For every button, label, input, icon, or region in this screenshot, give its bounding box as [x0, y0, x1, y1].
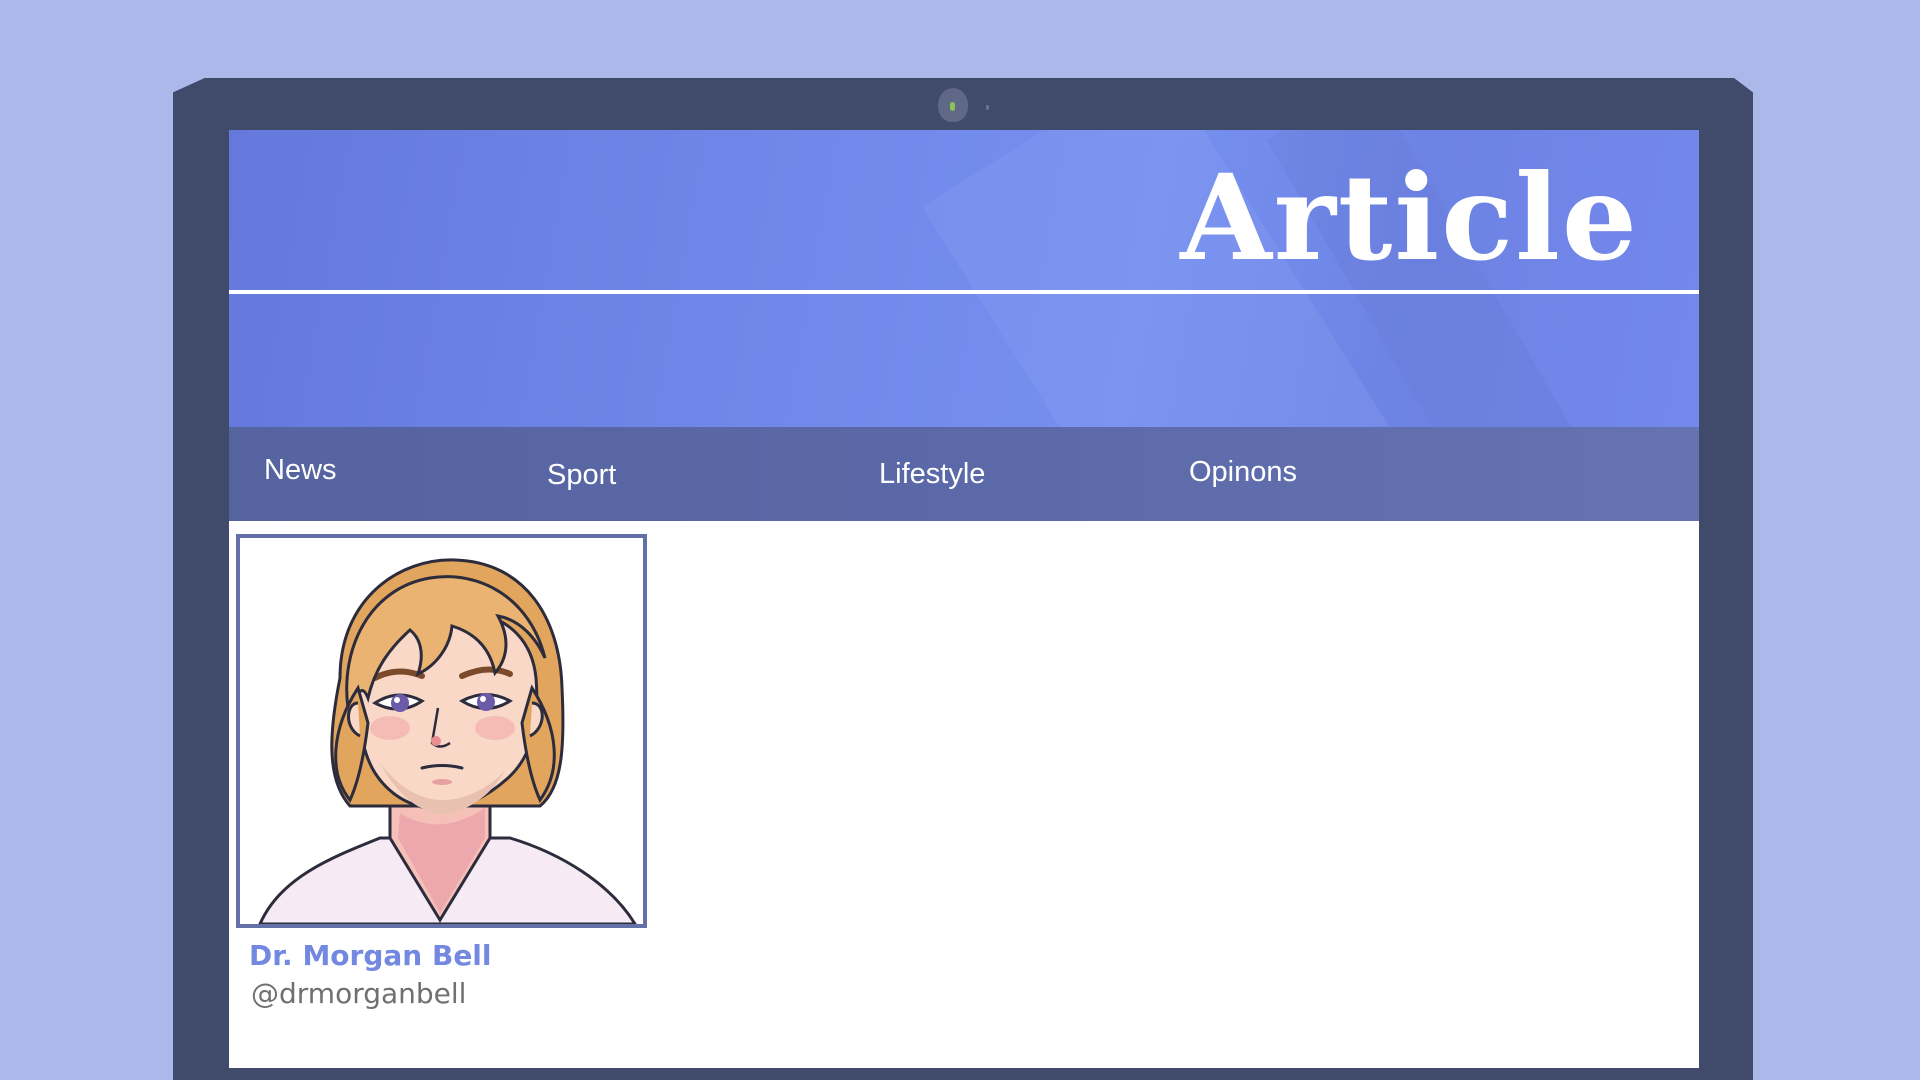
author-name[interactable]: Dr. Morgan Bell	[249, 939, 492, 973]
nav-item-sport[interactable]: Sport	[547, 458, 616, 492]
site-title: Article	[1180, 148, 1639, 287]
author-portrait-illustration	[258, 558, 637, 924]
title-underline-divider	[229, 290, 1699, 294]
author-avatar[interactable]	[236, 534, 647, 928]
nav-item-news[interactable]: News	[264, 453, 337, 487]
webcam-icon	[938, 88, 968, 122]
browser-screen: Article News Sport Lifestyle Opinons Dr.…	[229, 130, 1699, 1068]
article-content-area: Dr. Morgan Bell @drmorganbell	[229, 521, 1699, 1068]
nav-item-opinions[interactable]: Opinons	[1189, 455, 1297, 489]
nav-item-lifestyle[interactable]: Lifestyle	[879, 457, 985, 491]
author-handle[interactable]: @drmorganbell	[251, 977, 466, 1011]
site-header-banner: Article	[229, 130, 1699, 427]
main-navigation-bar: News Sport Lifestyle Opinons	[229, 427, 1699, 521]
webcam-indicator-light	[986, 105, 989, 110]
